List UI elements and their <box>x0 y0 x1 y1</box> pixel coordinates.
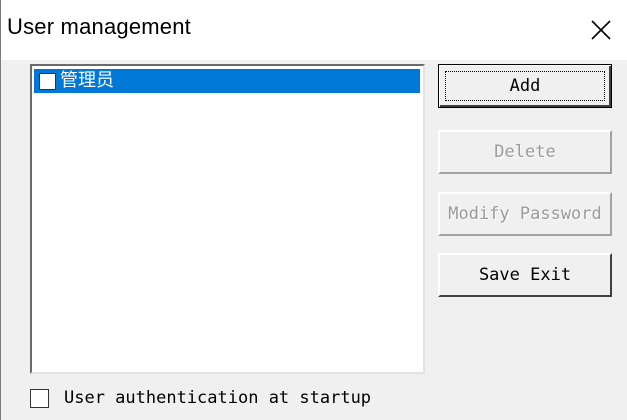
user-management-dialog: User management 管理员 Add Delete Modify Pa… <box>0 0 627 420</box>
modify-password-button[interactable]: Modify Password <box>438 192 612 236</box>
add-button-label: Add <box>509 76 541 96</box>
title-bar: User management <box>1 0 627 60</box>
startup-auth-option[interactable]: User authentication at startup <box>30 386 371 410</box>
dialog-title: User management <box>7 14 191 39</box>
user-name-label: 管理员 <box>60 70 114 91</box>
add-button[interactable]: Add <box>438 64 612 108</box>
startup-auth-label: User authentication at startup <box>64 388 372 408</box>
close-icon <box>591 20 611 40</box>
save-exit-button[interactable]: Save Exit <box>438 253 612 297</box>
user-checkbox[interactable] <box>39 72 56 90</box>
modify-password-button-label: Modify Password <box>448 204 602 224</box>
close-button[interactable] <box>581 10 621 50</box>
startup-auth-checkbox[interactable] <box>30 388 49 408</box>
delete-button-label: Delete <box>494 142 556 162</box>
list-item[interactable]: 管理员 <box>34 69 420 93</box>
delete-button[interactable]: Delete <box>438 130 612 174</box>
save-exit-button-label: Save Exit <box>478 265 572 285</box>
user-list[interactable]: 管理员 <box>30 64 425 374</box>
